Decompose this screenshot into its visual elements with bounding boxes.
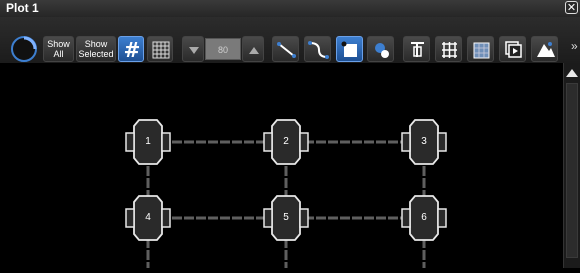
pattern-button[interactable] — [467, 36, 494, 62]
scroll-up-arrow-icon[interactable] — [565, 66, 579, 80]
rectangle-tool-button[interactable] — [336, 36, 363, 62]
grid-button[interactable] — [147, 36, 173, 62]
stepper-value[interactable]: 80 — [205, 38, 241, 60]
image-button[interactable] — [531, 36, 558, 62]
fixture-layer — [125, 119, 447, 241]
layers-play-icon — [505, 41, 522, 58]
fixture-label: 4 — [145, 212, 151, 223]
line-tool-button[interactable] — [272, 36, 299, 62]
fixture-label: 1 — [145, 136, 151, 147]
show-all-label: Show All — [47, 39, 70, 59]
fixture-label: 5 — [283, 212, 289, 223]
curve-tool-button[interactable] — [304, 36, 331, 62]
hash-icon: # — [124, 38, 141, 62]
decrement-button[interactable] — [182, 36, 204, 62]
show-selected-button[interactable]: Show Selected — [76, 36, 116, 62]
array-grid-icon — [442, 42, 457, 58]
rectangle-icon — [341, 41, 357, 57]
pattern-icon — [473, 42, 490, 59]
fixture-label: 6 — [421, 212, 427, 223]
truss-tool-button[interactable] — [403, 36, 430, 62]
playback-button[interactable] — [499, 36, 526, 62]
title-bar: Plot 1 ✕ — [0, 0, 580, 18]
grid-icon — [152, 41, 170, 59]
grid-hash-button[interactable]: # — [118, 36, 144, 62]
svg-text:#: # — [124, 38, 141, 62]
fixture-label: 2 — [283, 136, 289, 147]
plot-canvas[interactable]: 1 2 3 4 5 6 — [0, 63, 563, 268]
triangle-down-icon — [189, 47, 199, 54]
line-icon — [277, 42, 296, 58]
window-title: Plot 1 — [6, 1, 39, 15]
close-icon[interactable]: ✕ — [565, 1, 578, 14]
triangle-up-icon — [249, 47, 259, 54]
fixture-hang-icon — [411, 42, 424, 57]
curve-icon — [308, 41, 329, 59]
show-all-button[interactable]: Show All — [43, 36, 74, 62]
vertical-scrollbar[interactable] — [563, 63, 580, 268]
shapes-icon — [375, 43, 389, 58]
spinner-icon[interactable] — [10, 35, 38, 63]
show-selected-label: Show Selected — [78, 39, 114, 59]
mountain-image-icon — [537, 42, 555, 57]
fixture-label: 3 — [421, 136, 427, 147]
toolbar: Show All Show Selected # 80 » — [0, 17, 580, 63]
scroll-thumb[interactable] — [566, 83, 578, 258]
array-tool-button[interactable] — [435, 36, 462, 62]
more-icon[interactable]: » — [571, 39, 578, 53]
shape-tool-button[interactable] — [367, 36, 394, 62]
increment-button[interactable] — [242, 36, 264, 62]
